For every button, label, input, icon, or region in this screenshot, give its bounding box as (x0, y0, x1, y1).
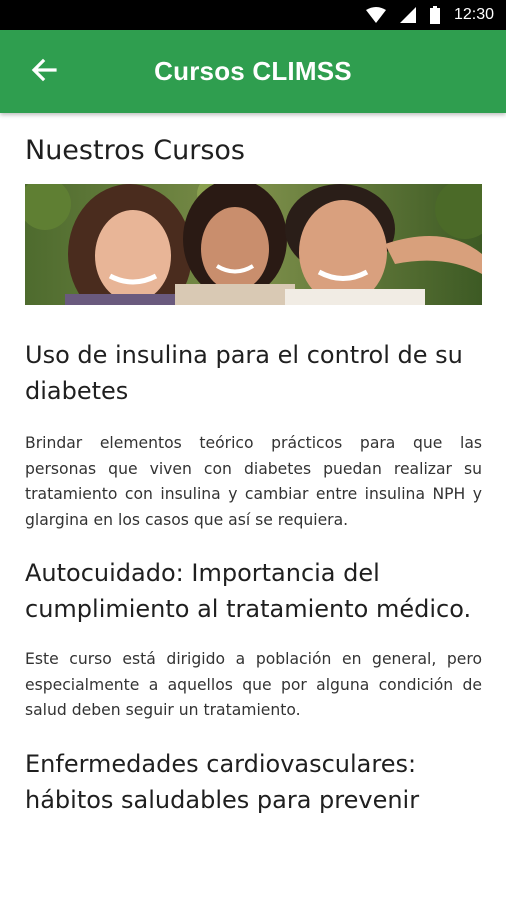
app-bar: Cursos CLIMSS (0, 30, 506, 113)
course-title[interactable]: Autocuidado: Importancia del cumplimient… (25, 555, 482, 627)
course-description: Este curso está dirigido a población en … (25, 650, 482, 719)
status-bar: 12:30 (0, 0, 506, 30)
battery-icon (429, 6, 440, 24)
signal-icon (399, 7, 416, 23)
courses-content[interactable]: Nuestros Cursos Uso de insulina para el … (0, 113, 506, 900)
app-title: Cursos CLIMSS (154, 56, 352, 86)
banner-image (25, 184, 482, 305)
arrow-left-icon (31, 58, 57, 86)
course-title[interactable]: Enfermedades cardiovasculares: hábitos s… (25, 746, 482, 818)
back-button[interactable] (22, 50, 66, 94)
section-title: Nuestros Cursos (25, 135, 245, 166)
status-time: 12:30 (453, 6, 494, 23)
course-title[interactable]: Uso de insulina para el control de su di… (25, 337, 482, 409)
wifi-icon (365, 7, 386, 23)
course-description: Brindar elementos teórico prácticos para… (25, 434, 482, 529)
